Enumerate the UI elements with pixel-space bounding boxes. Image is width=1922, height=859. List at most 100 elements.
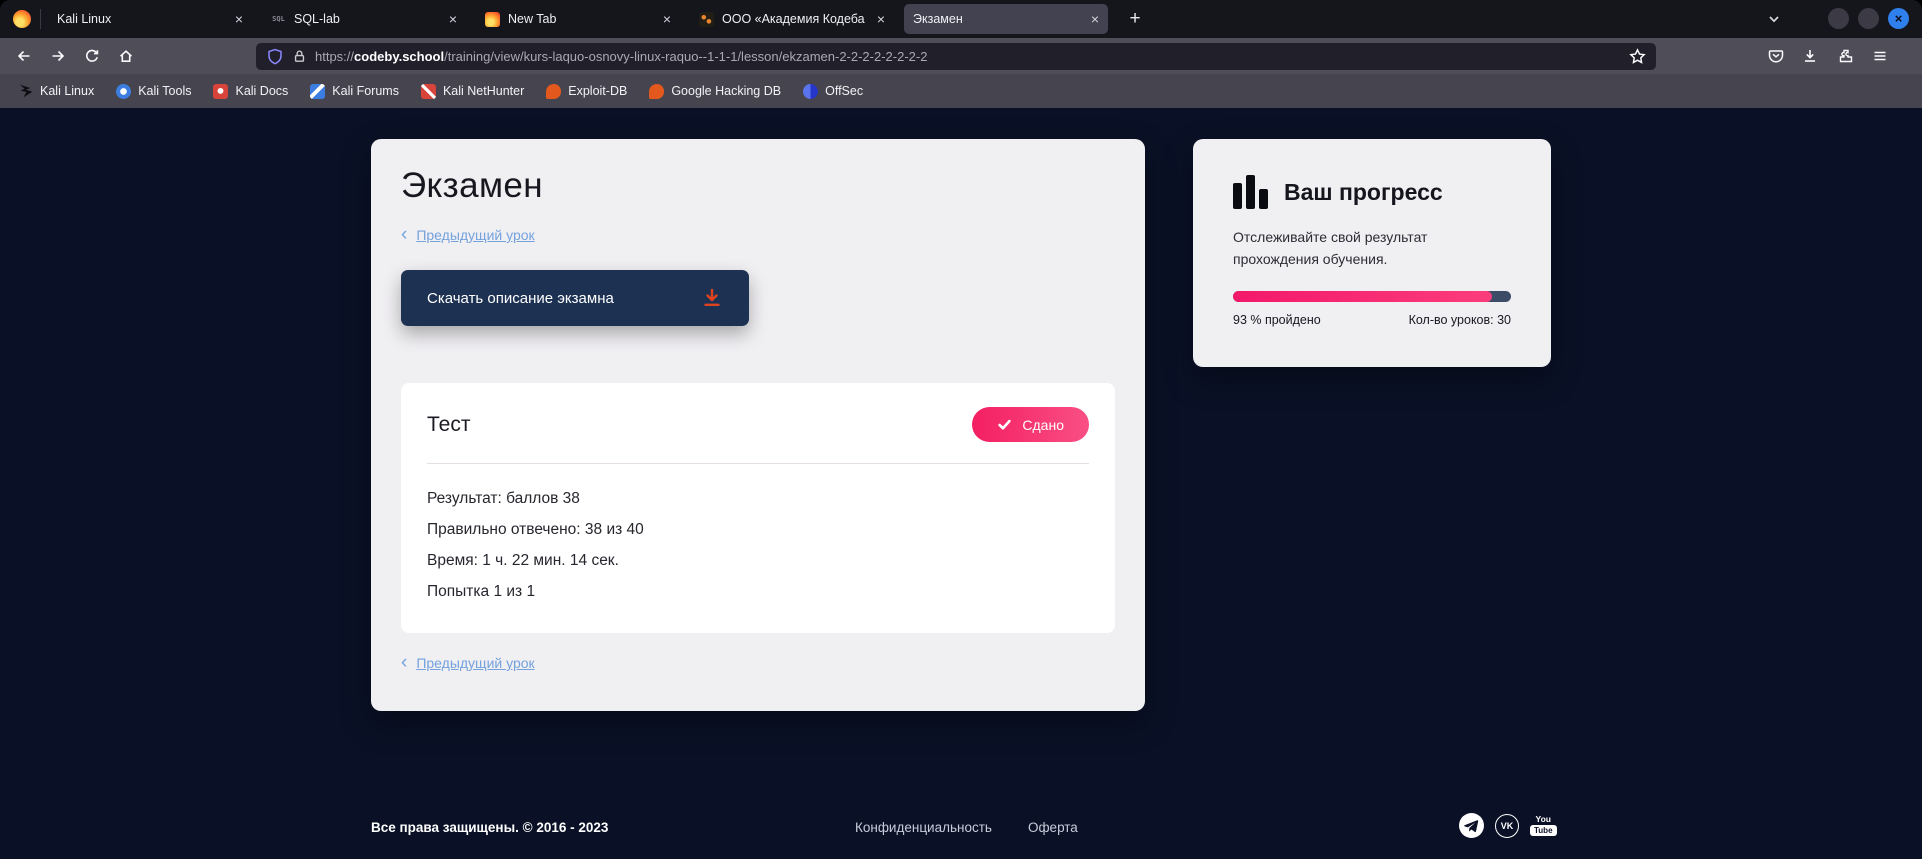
bar-chart-icon [1233,175,1268,209]
download-arrow-icon [701,287,723,309]
previous-lesson-link-bottom[interactable]: ‹ Предыдущий урок [401,655,1145,671]
google-hacking-db-icon [649,84,664,99]
status-badge-passed: Сдано [972,407,1089,442]
chevron-left-icon: ‹ [401,228,407,242]
tab-academy-codeby[interactable]: ООО «Академия Кодеба × [690,4,894,34]
menu-hamburger-icon[interactable] [1872,48,1888,64]
check-icon [997,417,1012,432]
bookmark-label: Kali Tools [138,84,191,98]
sql-favicon: SQL [271,12,286,27]
youtube-tube-text: Tube [1530,825,1557,836]
window-controls: × [1828,8,1909,29]
lessons-count-label: Кол-во уроков: 30 [1409,313,1511,327]
bookmark-kali-docs[interactable]: Kali Docs [207,84,294,99]
privacy-link[interactable]: Конфиденциальность [855,820,992,835]
copyright-text: Все права защищены. © 2016 - 2023 [371,820,608,835]
lock-icon[interactable] [292,49,307,64]
tracking-shield-icon[interactable] [266,48,284,66]
back-button[interactable] [16,48,32,64]
chevron-down-icon [1766,11,1782,27]
extensions-puzzle-icon[interactable] [1838,48,1854,64]
tab-title: New Tab [508,12,657,26]
maximize-button[interactable] [1858,8,1879,29]
offer-link[interactable]: Оферта [1028,820,1078,835]
bookmark-label: Kali Forums [332,84,399,98]
previous-lesson-link-top[interactable]: ‹ Предыдущий урок [401,227,1145,243]
tab-title: ООО «Академия Кодеба [722,12,871,26]
offsec-icon [803,84,818,99]
tab-close-icon[interactable]: × [449,11,457,27]
bookmark-label: Kali NetHunter [443,84,524,98]
progress-card-header: Ваш прогресс [1233,175,1511,209]
progress-description: Отслеживайте свой результат прохождения … [1233,226,1503,270]
result-score-line: Результат: баллов 38 [427,491,1089,507]
url-path: /training/view/kurs-laquo-osnovy-linux-r… [444,49,927,64]
download-button-label: Скачать описание экзамна [427,290,614,307]
kali-tools-icon [116,84,131,99]
exam-card: Экзамен ‹ Предыдущий урок Скачать описан… [371,139,1145,711]
result-correct-line: Правильно отвечено: 38 из 40 [427,522,1089,538]
firefox-view-button[interactable] [8,5,36,33]
tab-ekzamen-active[interactable]: Экзамен × [904,4,1108,34]
bookmark-star-icon[interactable] [1629,48,1646,65]
result-attempt-line: Попытка 1 из 1 [427,584,1089,600]
bookmark-google-hacking-db[interactable]: Google Hacking DB [643,84,787,99]
minimize-button[interactable] [1828,8,1849,29]
result-time-line: Время: 1 ч. 22 мин. 14 сек. [427,553,1089,569]
downloads-icon[interactable] [1802,48,1818,64]
vk-icon[interactable]: VK [1495,814,1519,838]
progress-percent-label: 93 % пройдено [1233,313,1321,327]
bookmarks-bar: Kali Linux Kali Tools Kali Docs Kali For… [0,74,1922,108]
tab-title: Экзамен [913,12,1085,26]
exploit-db-icon [546,84,561,99]
tab-new-tab[interactable]: New Tab × [476,4,680,34]
badge-label: Сдано [1022,417,1064,433]
telegram-icon[interactable] [1459,813,1484,838]
bookmark-exploit-db[interactable]: Exploit-DB [540,84,633,99]
download-exam-description-button[interactable]: Скачать описание экзамна [401,270,749,326]
bookmark-kali-forums[interactable]: Kali Forums [304,84,405,99]
kali-nethunter-icon [421,84,436,99]
previous-lesson-label: Предыдущий урок [416,227,534,243]
tab-close-icon[interactable]: × [877,11,885,27]
bookmark-label: Kali Docs [235,84,288,98]
navigation-toolbar: https://codeby.school/training/view/kurs… [0,38,1922,74]
progress-labels: 93 % пройдено Кол-во уроков: 30 [1233,313,1511,327]
divider [427,463,1089,464]
new-tab-button[interactable]: + [1120,8,1150,30]
tab-close-icon[interactable]: × [663,11,671,27]
url-protocol: https:// [315,49,354,64]
footer-social: VK You Tube [1459,813,1557,838]
bookmark-offsec[interactable]: OffSec [797,84,869,99]
kali-dragon-icon [18,84,33,99]
reload-button[interactable] [84,48,100,64]
forward-button[interactable] [50,48,66,64]
page-content: Экзамен ‹ Предыдущий урок Скачать описан… [0,108,1922,859]
list-all-tabs-button[interactable] [1766,11,1782,27]
window-close-button[interactable]: × [1888,8,1909,29]
url-bar[interactable]: https://codeby.school/training/view/kurs… [256,43,1656,70]
pocket-icon[interactable] [1768,48,1784,64]
progress-bar-track [1233,291,1511,302]
test-card-header: Тест Сдано [427,407,1089,442]
url-domain: codeby.school [354,49,444,64]
tab-kali-linux[interactable]: Kali Linux × [48,4,252,34]
browser-window: Kali Linux × SQL SQL-lab × New Tab × ООО… [0,0,1922,859]
tab-sql-lab[interactable]: SQL SQL-lab × [262,4,466,34]
kali-forums-icon [310,84,325,99]
tab-close-icon[interactable]: × [235,11,243,27]
progress-card: Ваш прогресс Отслеживайте свой результат… [1193,139,1551,367]
bookmark-label: Kali Linux [40,84,94,98]
bookmark-kali-linux[interactable]: Kali Linux [12,84,100,99]
bookmark-kali-tools[interactable]: Kali Tools [110,84,197,99]
page-title: Экзамен [401,166,1145,206]
tab-close-icon[interactable]: × [1091,11,1099,27]
tab-title: SQL-lab [294,12,443,26]
firefox-favicon [485,12,500,27]
bookmark-label: Exploit-DB [568,84,627,98]
bookmark-kali-nethunter[interactable]: Kali NetHunter [415,84,530,99]
progress-fill [1233,291,1492,302]
youtube-icon[interactable]: You Tube [1530,815,1557,836]
progress-title: Ваш прогресс [1284,179,1443,206]
home-button[interactable] [118,48,134,64]
